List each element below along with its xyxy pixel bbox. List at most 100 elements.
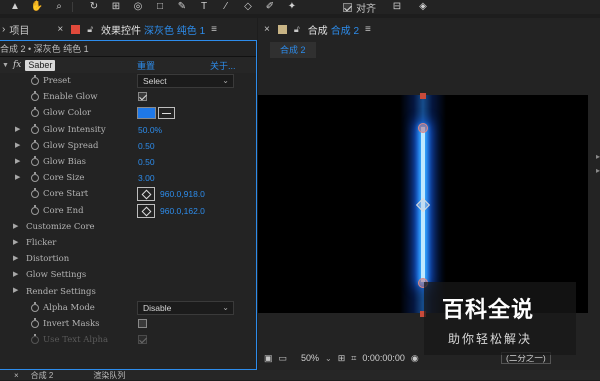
tab-composition[interactable]: 合成 xyxy=(308,22,328,37)
align-checkbox[interactable] xyxy=(343,2,352,12)
expand-arrow-icon[interactable]: ▶ xyxy=(15,157,20,165)
prop-use-text-alpha: Use Text Alpha xyxy=(0,332,256,348)
expand-arrow-icon[interactable]: ▶ xyxy=(15,125,20,133)
hamburger-menu-icon[interactable]: ≡ xyxy=(211,24,217,35)
glow-bias-value[interactable]: 0.50 xyxy=(138,157,155,167)
enable-glow-checkbox[interactable] xyxy=(138,92,147,102)
expand-arrow-icon[interactable]: ▶ xyxy=(13,238,18,246)
zoom-tool-icon[interactable]: ⌕ xyxy=(52,1,66,13)
label-color-icon xyxy=(71,24,81,34)
pen-tool-icon[interactable]: ✎ xyxy=(175,1,189,13)
expand-arrow-icon[interactable]: ▶ xyxy=(13,222,18,230)
rotate-tool-icon[interactable]: ↻ xyxy=(87,1,101,13)
expand-arrow-icon[interactable]: ▶ xyxy=(15,141,20,149)
grid-icon[interactable]: ⊞ xyxy=(338,353,346,364)
about-link[interactable]: 关于... xyxy=(210,59,236,72)
glow-color-swatch[interactable] xyxy=(137,107,156,120)
stopwatch-icon[interactable] xyxy=(31,188,39,199)
eyedropper-icon[interactable] xyxy=(158,107,175,120)
shape-icon[interactable]: ◈ xyxy=(416,1,430,13)
stopwatch-icon[interactable] xyxy=(31,123,39,134)
stopwatch-icon[interactable] xyxy=(31,139,39,150)
tab-timeline-comp[interactable]: 合成 2 xyxy=(31,370,54,381)
section-label: Flicker xyxy=(26,237,57,248)
prop-glow-color: Glow Color xyxy=(0,105,256,121)
core-start-value[interactable]: 960.0,918.0 xyxy=(160,189,205,199)
reset-link[interactable]: 重置 xyxy=(137,59,155,72)
glow-intensity-value[interactable]: 50.0% xyxy=(138,125,162,135)
close-icon[interactable]: × xyxy=(264,24,270,35)
tab-render-queue[interactable]: 渲染队列 xyxy=(93,370,125,381)
camera-tool-icon[interactable]: ⊞ xyxy=(109,1,123,13)
tab-effect-controls[interactable]: 效果控件 xyxy=(101,22,141,37)
stopwatch-icon[interactable] xyxy=(31,91,39,102)
timecode[interactable]: 0:00:00:00 xyxy=(362,353,405,363)
snapshot-icon[interactable]: ◉ xyxy=(411,353,419,364)
effect-controls-panel: 合成 2 • 深灰色 纯色 1 ▼ fx Saber 重置 关于... Pres… xyxy=(0,40,257,370)
brush-tool-icon[interactable]: ⁄ xyxy=(219,1,233,13)
crosshair-icon[interactable] xyxy=(137,187,155,202)
lock-icon[interactable]: 🔓︎ xyxy=(294,24,300,35)
alpha-mode-select[interactable]: Disable ⌄ xyxy=(137,300,234,315)
invert-masks-checkbox[interactable] xyxy=(138,318,147,328)
lock-icon[interactable]: 🔓︎ xyxy=(87,24,93,35)
stopwatch-icon[interactable] xyxy=(31,155,39,166)
crosshair-icon[interactable] xyxy=(137,203,155,218)
expand-arrow-icon[interactable]: ▶ xyxy=(13,254,18,262)
right-panel-tabs: × 🔓︎ 合成 合成 2 ≡ xyxy=(258,18,600,40)
hand-tool-icon[interactable]: ✋ xyxy=(30,1,44,13)
eraser-tool-icon[interactable]: ◇ xyxy=(241,1,255,13)
glow-spread-value[interactable]: 0.50 xyxy=(138,141,155,151)
core-end-value[interactable]: 960.0,162.0 xyxy=(160,206,205,216)
pan-behind-tool-icon[interactable]: ◎ xyxy=(131,1,145,13)
monitor-icon[interactable]: ▭ xyxy=(279,353,288,364)
align-toggle[interactable]: 对齐 xyxy=(343,0,376,15)
always-preview-icon[interactable]: ▣ xyxy=(264,353,273,364)
prop-invert-masks: Invert Masks xyxy=(0,316,256,332)
tab-comp-name[interactable]: 合成 2 xyxy=(331,22,359,37)
fx-toggle[interactable]: fx xyxy=(13,60,21,70)
composition-viewer[interactable] xyxy=(258,95,588,313)
stopwatch-icon[interactable] xyxy=(31,75,39,85)
hamburger-menu-icon[interactable]: ≡ xyxy=(365,24,371,35)
close-icon[interactable]: × xyxy=(14,371,19,380)
section-distortion[interactable]: ▶ Distortion xyxy=(0,251,256,267)
tab-project[interactable]: 项目 xyxy=(9,22,29,37)
type-tool-icon[interactable]: T xyxy=(197,1,211,13)
prop-label: Enable Glow xyxy=(43,92,98,103)
region-icon[interactable]: ⌗ xyxy=(351,353,356,364)
core-end-handle[interactable] xyxy=(418,123,428,133)
stopwatch-icon[interactable] xyxy=(31,317,39,328)
comp-subtab[interactable]: 合成 2 xyxy=(270,42,316,58)
puppet-tool-icon[interactable]: ✦ xyxy=(285,1,299,13)
effect-header[interactable]: ▼ fx Saber 重置 关于... xyxy=(0,57,256,73)
selection-tool-icon[interactable]: ▲ xyxy=(8,1,22,13)
rectangle-tool-icon[interactable]: □ xyxy=(153,1,167,13)
core-size-value[interactable]: 3.00 xyxy=(138,173,155,183)
zoom-level[interactable]: 50% xyxy=(301,353,319,363)
stopwatch-icon[interactable] xyxy=(31,204,39,215)
preset-select[interactable]: Select ⌄ xyxy=(137,74,234,88)
snap-icon[interactable]: ⊟ xyxy=(390,1,404,13)
layer-handle-top[interactable] xyxy=(420,93,426,99)
stopwatch-icon[interactable] xyxy=(31,107,39,118)
prop-label: Invert Masks xyxy=(43,318,100,329)
section-label: Render Settings xyxy=(26,286,96,297)
section-glow-settings[interactable]: ▶ Glow Settings xyxy=(0,267,256,283)
close-icon[interactable]: × xyxy=(57,24,63,35)
stopwatch-icon[interactable] xyxy=(31,172,39,183)
roto-tool-icon[interactable]: ✐ xyxy=(263,1,277,13)
expand-arrow-icon[interactable]: ▶ xyxy=(15,173,20,181)
section-flicker[interactable]: ▶ Flicker xyxy=(0,235,256,251)
section-customize-core[interactable]: ▶ Customize Core xyxy=(0,219,256,235)
chevron-down-icon[interactable]: ⌄ xyxy=(325,354,332,363)
tab-effect-layer-name[interactable]: 深灰色 纯色 1 xyxy=(144,22,205,37)
section-render-settings[interactable]: ▶ Render Settings xyxy=(0,283,256,299)
stopwatch-icon[interactable] xyxy=(31,301,39,312)
left-panel-tabs: › 项目 × 🔓︎ 效果控件 深灰色 纯色 1 ≡ xyxy=(0,18,257,40)
expand-arrow-icon[interactable]: ▶ xyxy=(13,270,18,278)
collapse-arrow-icon[interactable]: ▼ xyxy=(2,62,9,69)
section-label: Customize Core xyxy=(26,221,95,232)
expand-arrow-icon[interactable]: ▶ xyxy=(13,286,18,294)
panel-menu-icon[interactable]: › xyxy=(2,24,5,35)
